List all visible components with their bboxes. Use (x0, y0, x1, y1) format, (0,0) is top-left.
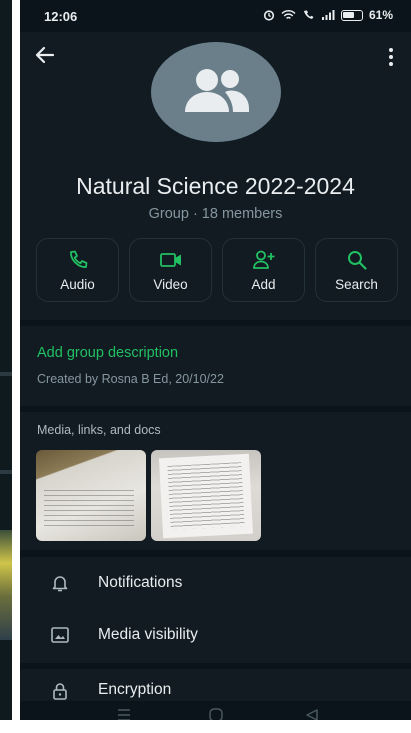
audio-call-button[interactable]: Audio (36, 238, 119, 302)
media-section: Media, links, and docs (20, 412, 411, 550)
battery-icon (340, 9, 363, 21)
quick-actions: Audio Video Add Search (36, 238, 411, 302)
dot (389, 62, 393, 66)
image-icon (51, 627, 69, 643)
thumbnail-text-lines (44, 490, 134, 530)
background-divider (0, 372, 12, 376)
media-thumbnail[interactable] (36, 450, 146, 541)
add-person-icon (252, 250, 274, 269)
back-button[interactable] (34, 44, 62, 72)
bell-icon (52, 576, 68, 592)
alarm-icon (263, 10, 275, 21)
media-visibility-label: Media visibility (98, 626, 198, 643)
group-name: Natural Science 2022-2024 (76, 173, 355, 199)
search-button[interactable]: Search (315, 238, 398, 302)
call-signal-icon (303, 10, 314, 19)
add-member-button[interactable]: Add (222, 238, 305, 302)
add-label: Add (251, 277, 276, 292)
group-people-icon (185, 69, 249, 112)
settings-section: Notifications Media visibility (20, 557, 411, 663)
group-info-screen: 12:06 61% Natural Science 2022-2024 Grou… (20, 0, 411, 733)
audio-label: Audio (60, 277, 95, 292)
video-call-button[interactable]: Video (129, 238, 212, 302)
created-by-text: Created by Rosna B Ed, 20/10/22 (37, 372, 224, 386)
background-screen (0, 0, 20, 733)
media-links-docs-link[interactable]: Media, links, and docs (37, 423, 161, 437)
wifi-icon (281, 9, 296, 19)
description-section: Add group description Created by Rosna B… (20, 326, 411, 406)
phone-icon (69, 250, 87, 268)
video-icon (159, 253, 181, 267)
add-group-description-link[interactable]: Add group description (37, 345, 178, 361)
media-thumbnail[interactable] (151, 450, 261, 541)
media-visibility-row[interactable]: Media visibility (20, 609, 411, 661)
status-time: 12:06 (44, 9, 78, 24)
status-icons: 61% (263, 8, 393, 22)
back-arrow-icon (35, 46, 55, 64)
background-thumbnail (0, 530, 12, 640)
notifications-row[interactable]: Notifications (20, 557, 411, 609)
lock-icon (53, 683, 67, 700)
thumbnail-document-page (158, 453, 254, 539)
dot (389, 55, 393, 59)
search-label: Search (335, 277, 378, 292)
encryption-label: Encryption (98, 681, 172, 698)
video-label: Video (153, 277, 188, 292)
background-divider (0, 470, 12, 474)
group-avatar[interactable] (151, 42, 281, 142)
group-header: Natural Science 2022-2024 Group · 18 mem… (20, 32, 411, 320)
group-member-count: Group · 18 members (148, 206, 283, 222)
battery-percent: 61% (368, 8, 393, 22)
status-bar: 12:06 61% (20, 0, 411, 32)
background-margin (0, 720, 411, 733)
more-options-button[interactable] (381, 46, 401, 72)
search-icon (347, 251, 367, 270)
cellular-signal-icon (321, 10, 335, 20)
dot (389, 48, 393, 52)
notifications-label: Notifications (98, 574, 183, 591)
